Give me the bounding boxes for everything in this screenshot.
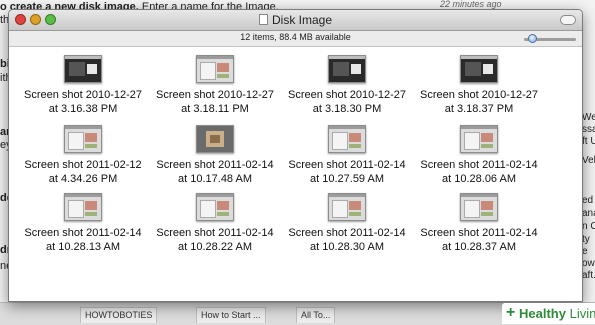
screenshot-thumbnail-icon [328,193,366,221]
screenshot-thumbnail-icon [328,125,366,153]
screenshot-thumbnail-icon [460,55,498,83]
background-fragment: ana [582,208,595,219]
file-name-line: Screen shot 2010-12-27 [155,89,275,101]
file-item[interactable]: Screen shot 2011-02-14 at 10.28.06 AM [413,125,545,186]
file-item[interactable]: Screen shot 2011-02-14 at 10.17.48 AM [149,125,281,186]
icon-size-slider-knob[interactable] [527,34,537,43]
file-name: Screen shot 2010-12-27 at 3.18.11 PM [149,88,281,116]
background-fragment: ty [582,234,590,245]
window-title: Disk Image [9,13,582,27]
background-fragment: Veb [582,155,595,166]
file-name-line: at 3.18.11 PM [181,103,249,115]
file-name-line: Screen shot 2011-02-14 [420,159,538,171]
file-item[interactable]: Screen shot 2010-12-27 at 3.18.37 PM [413,55,545,116]
file-item[interactable]: Screen shot 2010-12-27 at 3.16.38 PM [17,55,149,116]
disk-image-window: Disk Image 12 items, 88.4 MB available S… [8,9,583,302]
file-name: Screen shot 2011-02-12 at 4.34.26 PM [17,158,149,186]
screenshot-thumbnail-icon [64,125,102,153]
document-icon [258,14,268,25]
file-name: Screen shot 2010-12-27 at 3.16.38 PM [17,88,149,116]
file-name: Screen shot 2011-02-14 at 10.28.37 AM [413,226,545,254]
file-name: Screen shot 2011-02-14 at 10.27.59 AM [281,158,413,186]
file-name-line: at 4.34.26 PM [48,173,118,185]
file-name-line: Screen shot 2010-12-27 [287,89,407,101]
screenshot-thumbnail-icon [64,193,102,221]
screenshot-thumbnail-icon [64,55,102,83]
title-bar[interactable]: Disk Image [9,10,582,31]
background-fragment: own. [582,258,595,269]
file-name: Screen shot 2011-02-14 at 10.28.30 AM [281,226,413,254]
status-text: 12 items, 88.4 MB available [240,32,351,42]
background-fragment: aft. [582,270,595,281]
file-name: Screen shot 2011-02-14 at 10.28.06 AM [413,158,545,186]
file-item[interactable]: Screen shot 2011-02-14 at 10.28.37 AM [413,193,545,254]
file-name-line: at 10.28.13 AM [46,241,120,253]
screenshot-thumbnail-icon [196,125,234,153]
file-name-line: Screen shot 2011-02-14 [156,227,274,239]
background-fragment: n CV [582,221,595,232]
screenshot-thumbnail-icon [196,193,234,221]
file-item[interactable]: Screen shot 2010-12-27 at 3.18.30 PM [281,55,413,116]
file-name: Screen shot 2010-12-27 at 3.18.30 PM [281,88,413,116]
file-name: Screen shot 2011-02-14 at 10.28.13 AM [17,226,149,254]
background-fragment: Web [582,112,595,123]
toolbar-toggle-button[interactable] [560,15,576,25]
file-name-line: Screen shot 2010-12-27 [23,89,143,101]
file-name-line: at 10.28.37 AM [442,241,516,253]
file-name-line: at 10.27.59 AM [310,173,384,185]
file-name-line: at 10.28.30 AM [310,241,384,253]
background-timestamp: 22 minutes ago [440,0,502,9]
file-name-line: Screen shot 2011-02-14 [420,227,538,239]
file-item[interactable]: Screen shot 2011-02-14 at 10.27.59 AM [281,125,413,186]
file-name: Screen shot 2010-12-27 at 3.18.37 PM [413,88,545,116]
file-name: Screen shot 2011-02-14 at 10.28.22 AM [149,226,281,254]
background-tab[interactable]: All To... [296,307,336,323]
background-fragment: ssa [582,124,595,135]
status-bar: 12 items, 88.4 MB available [9,31,582,47]
file-name-line: Screen shot 2011-02-14 [288,227,406,239]
screenshot-thumbnail-icon [196,55,234,83]
file-name: Screen shot 2011-02-14 at 10.17.48 AM [149,158,281,186]
background-tab[interactable]: How to Start ... [196,307,266,323]
background-tab[interactable]: HOWTOBOTIES [80,307,158,323]
file-name-line: at 10.17.48 AM [178,173,252,185]
background-fragment: ft U [582,136,595,147]
file-item[interactable]: Screen shot 2011-02-12 at 4.34.26 PM [17,125,149,186]
healthy-living-watermark: + Healthy Living [502,303,595,324]
screenshot-thumbnail-icon [460,193,498,221]
file-name-line: at 10.28.06 AM [442,173,516,185]
file-item[interactable]: Screen shot 2011-02-14 at 10.28.22 AM [149,193,281,254]
file-name-line: Screen shot 2011-02-14 [24,227,142,239]
file-name-line: at 10.28.22 AM [178,241,252,253]
file-item[interactable]: Screen shot 2010-12-27 at 3.18.11 PM [149,55,281,116]
file-item[interactable]: Screen shot 2011-02-14 at 10.28.30 AM [281,193,413,254]
file-name-line: Screen shot 2011-02-14 [288,159,406,171]
screenshot-thumbnail-icon [328,55,366,83]
plus-icon: + [506,304,516,321]
screenshot-thumbnail-icon [460,125,498,153]
file-name-line: Screen shot 2010-12-27 [419,89,539,101]
file-name-line: Screen shot 2011-02-12 [24,159,142,171]
file-name-line: at 3.18.30 PM [312,103,382,115]
file-item[interactable]: Screen shot 2011-02-14 at 10.28.13 AM [17,193,149,254]
watermark-text: Healthy Living [519,306,595,321]
background-fragment: ed [582,195,594,206]
icon-grid: Screen shot 2010-12-27 at 3.16.38 PM Scree… [9,47,582,301]
file-name-line: at 3.16.38 PM [48,103,118,115]
file-name-line: at 3.18.37 PM [444,103,514,115]
file-name-line: Screen shot 2011-02-14 [156,159,274,171]
